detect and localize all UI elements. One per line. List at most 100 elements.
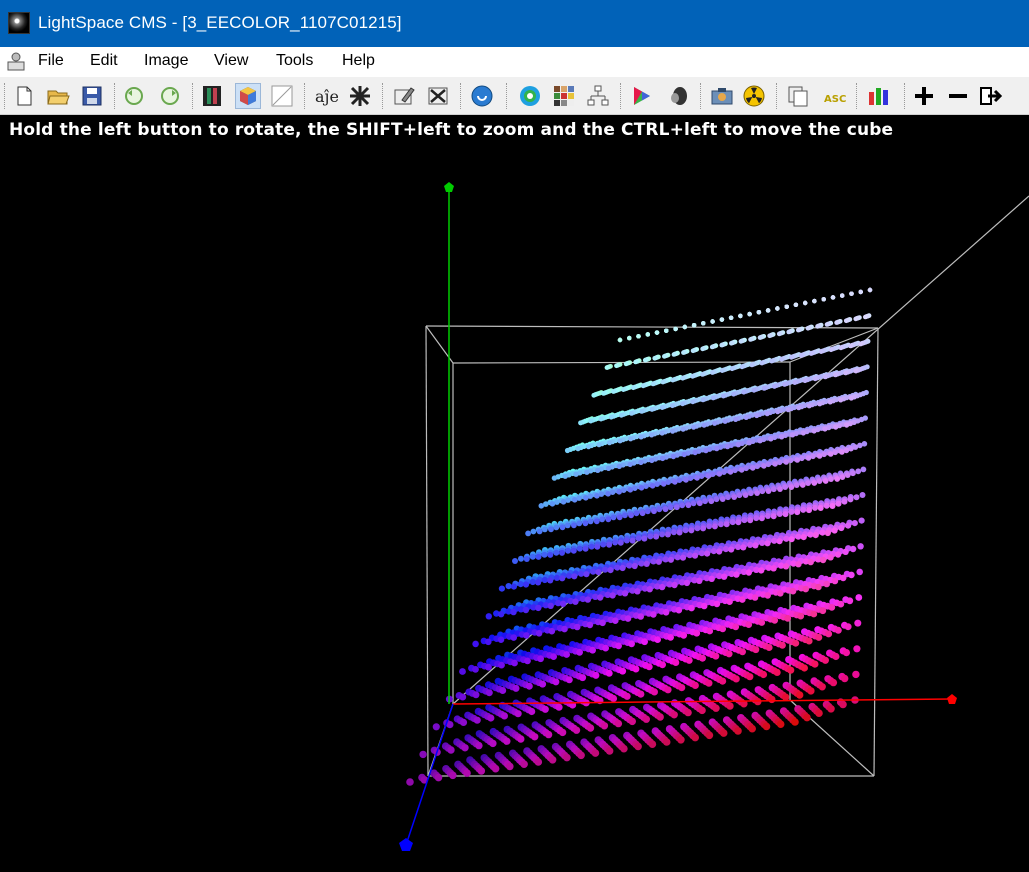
menu-tools[interactable]: Tools xyxy=(276,52,313,70)
open-folder-icon[interactable] xyxy=(46,84,70,108)
color-point xyxy=(539,680,547,688)
color-point xyxy=(765,644,773,651)
color-point xyxy=(767,333,772,339)
minus-icon[interactable] xyxy=(946,84,970,108)
new-file-icon[interactable] xyxy=(12,84,36,108)
color-patches-icon[interactable] xyxy=(552,84,576,108)
globe-icon[interactable] xyxy=(470,84,494,108)
color-point xyxy=(638,560,645,567)
color-point xyxy=(776,511,783,517)
close-file-icon[interactable] xyxy=(426,84,450,108)
color-point xyxy=(624,615,632,622)
color-point xyxy=(693,629,701,637)
color-point xyxy=(759,488,766,495)
color-point xyxy=(662,738,671,746)
network-icon[interactable] xyxy=(586,84,610,108)
color-point xyxy=(842,548,849,555)
color-point xyxy=(499,687,507,694)
color-point xyxy=(595,569,602,576)
color-point xyxy=(449,771,457,780)
color-point xyxy=(833,424,839,430)
copy-icon[interactable] xyxy=(786,84,810,108)
color-point xyxy=(776,331,782,337)
menu-image[interactable]: Image xyxy=(144,52,188,70)
triangle-gamut-icon[interactable] xyxy=(630,84,654,108)
color-cube-icon[interactable] xyxy=(235,83,261,109)
color-point xyxy=(599,516,605,523)
color-point xyxy=(705,473,712,479)
color-point xyxy=(662,506,669,513)
film-strip-icon[interactable] xyxy=(200,84,224,108)
color-point xyxy=(562,473,568,479)
system-menu-icon[interactable] xyxy=(5,51,27,73)
grid-icon[interactable] xyxy=(348,84,372,108)
alje-icon[interactable]: aĵe xyxy=(314,84,338,108)
color-point xyxy=(759,360,765,366)
color-point xyxy=(690,399,696,405)
camera-icon[interactable] xyxy=(710,84,734,108)
undo-icon[interactable] xyxy=(122,84,146,108)
color-point xyxy=(817,401,823,407)
bars-chart-icon[interactable] xyxy=(866,84,890,108)
color-point xyxy=(810,610,818,618)
color-point xyxy=(578,570,585,577)
color-point xyxy=(819,607,827,615)
radiation-icon[interactable] xyxy=(742,84,766,108)
menu-help[interactable]: Help xyxy=(342,52,375,70)
color-point xyxy=(823,502,830,509)
color-point xyxy=(683,477,689,483)
asc-icon[interactable]: ASC xyxy=(822,84,846,108)
edit-icon[interactable] xyxy=(392,84,416,108)
color-point xyxy=(598,416,604,422)
color-point xyxy=(762,722,771,731)
color-point xyxy=(758,619,766,626)
color-point xyxy=(705,679,713,687)
toolbar-grip[interactable] xyxy=(4,83,6,109)
color-point xyxy=(592,671,600,679)
color-point xyxy=(785,407,791,413)
color-point xyxy=(736,492,743,499)
export-icon[interactable] xyxy=(978,84,1002,108)
color-point xyxy=(848,343,854,349)
z-axis-end-marker xyxy=(399,838,413,851)
plus-icon[interactable] xyxy=(912,84,936,108)
color-point xyxy=(510,634,517,641)
color-point xyxy=(834,320,839,325)
color-point xyxy=(489,739,497,748)
svg-text:aĵe: aĵe xyxy=(315,87,338,106)
color-point xyxy=(638,485,645,491)
color-point xyxy=(609,592,616,599)
3d-cube-viewport[interactable] xyxy=(0,115,1029,872)
color-point xyxy=(732,675,740,683)
save-icon[interactable] xyxy=(80,84,104,108)
graph-icon[interactable] xyxy=(270,84,294,108)
probe-icon[interactable] xyxy=(666,84,690,108)
color-point xyxy=(570,547,577,554)
color-point xyxy=(621,387,626,392)
color-point xyxy=(723,521,730,528)
menu-edit[interactable]: Edit xyxy=(90,52,118,70)
color-point xyxy=(811,660,819,668)
color-wheel-icon[interactable] xyxy=(518,84,542,108)
redo-icon[interactable] xyxy=(158,84,182,108)
color-point xyxy=(775,306,780,311)
color-point xyxy=(841,674,849,683)
color-point xyxy=(599,619,606,627)
app-icon[interactable] xyxy=(8,12,30,34)
color-point xyxy=(734,543,742,551)
color-point xyxy=(824,322,830,327)
color-point xyxy=(520,760,528,768)
color-point xyxy=(678,684,686,692)
color-point xyxy=(848,571,855,579)
color-point xyxy=(639,408,645,414)
color-point xyxy=(660,481,667,487)
cube-edge xyxy=(873,327,879,777)
color-point xyxy=(789,432,796,438)
color-point xyxy=(682,324,687,330)
color-point xyxy=(779,356,784,362)
menu-view[interactable]: View xyxy=(214,52,248,70)
menu-file[interactable]: File xyxy=(38,52,64,70)
color-point xyxy=(656,506,663,513)
color-point xyxy=(789,587,797,595)
color-point xyxy=(846,597,854,605)
